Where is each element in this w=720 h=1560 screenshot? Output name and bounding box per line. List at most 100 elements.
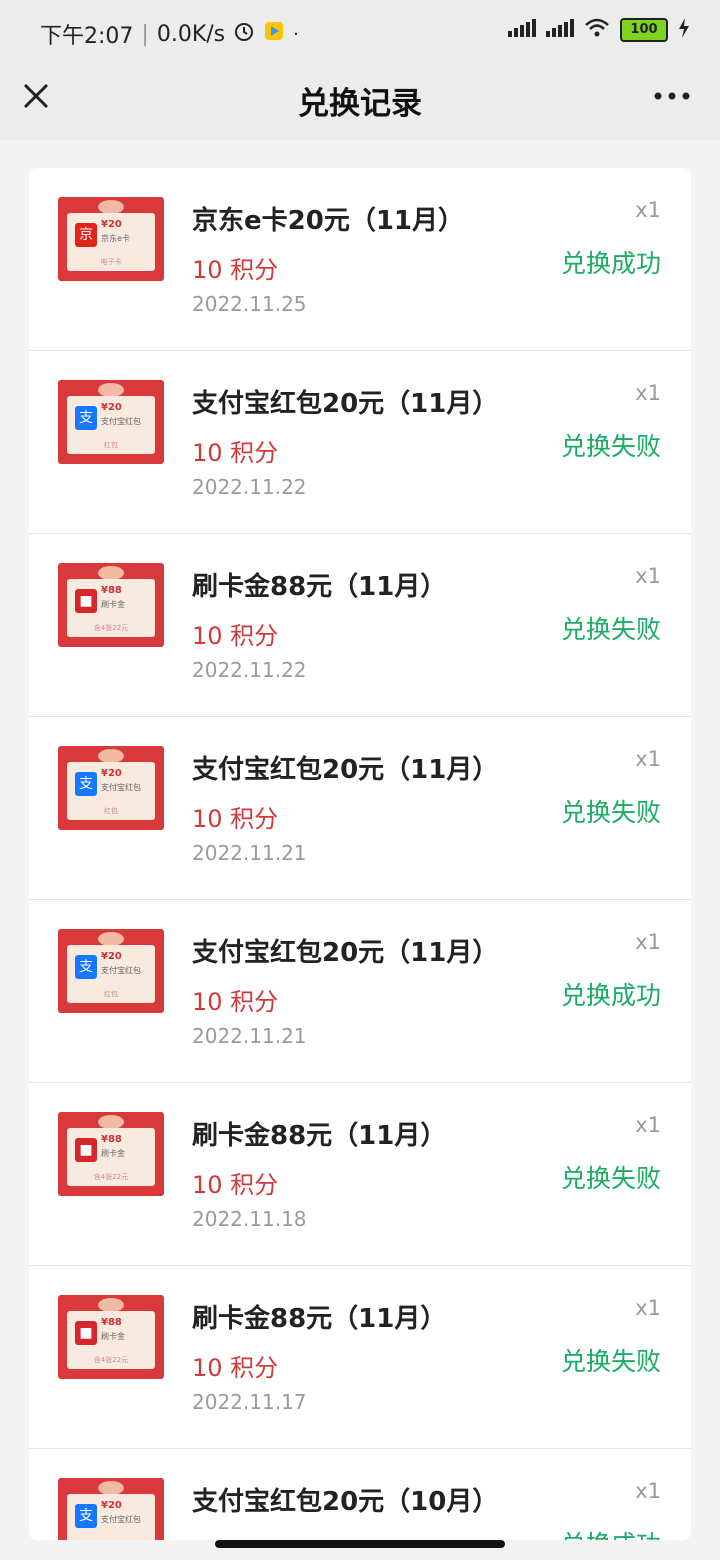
alipay-logo-icon: 支: [75, 1504, 97, 1528]
record-title: 刷卡金88元（11月）: [192, 1121, 447, 1151]
more-icon[interactable]: [652, 78, 692, 114]
thumbnail-amount: ¥20: [101, 402, 122, 413]
record-points: 10 积分: [192, 988, 279, 1016]
app-icon: [263, 20, 285, 48]
record-title: 支付宝红包20元（11月）: [192, 938, 499, 968]
record-date: 2022.11.22: [192, 658, 307, 682]
product-thumbnail: 支 ¥20 支付宝红包 红包: [58, 746, 164, 830]
product-thumbnail: 京 ¥20 京东e卡 电子卡: [58, 197, 164, 281]
record-row[interactable]: ■ ¥88 刷卡金 含4张22元 刷卡金88元（11月） 10 积分 2022.…: [29, 1083, 691, 1266]
card-logo-icon: ■: [75, 589, 97, 613]
thumbnail-footer: 电子卡: [100, 258, 122, 266]
record-points: 10 积分: [192, 622, 279, 650]
record-points: 10 积分: [192, 1171, 279, 1199]
record-quantity: x1: [635, 381, 661, 405]
record-status: 兑换失败: [560, 615, 661, 644]
thumbnail-name: 支付宝红包: [101, 783, 141, 792]
thumbnail-name: 刷卡金: [101, 600, 125, 609]
record-row[interactable]: ■ ¥88 刷卡金 含4张22元 刷卡金88元（11月） 10 积分 2022.…: [29, 1266, 691, 1449]
record-points: 10 积分: [192, 256, 279, 284]
record-title: 支付宝红包20元（10月）: [192, 1487, 499, 1517]
record-points: 10 积分: [192, 439, 279, 467]
alipay-logo-icon: 支: [75, 772, 97, 796]
status-time: 下午2:07: [40, 24, 134, 49]
ribbon-bow-icon: [98, 932, 124, 946]
product-thumbnail: 支 ¥20 支付宝红包 红包: [58, 380, 164, 464]
record-status: 兑换失败: [560, 432, 661, 461]
home-indicator[interactable]: [215, 1540, 505, 1548]
record-date: 2022.11.17: [192, 1390, 307, 1414]
thumbnail-amount: ¥88: [101, 1134, 122, 1145]
status-right: 100: [508, 18, 690, 42]
record-row[interactable]: 京 ¥20 京东e卡 电子卡 京东e卡20元（11月） 10 积分 2022.1…: [29, 168, 691, 351]
alarm-icon: [233, 20, 255, 48]
record-row[interactable]: ■ ¥88 刷卡金 含4张22元 刷卡金88元（11月） 10 积分 2022.…: [29, 534, 691, 717]
thumbnail-footer: 红包: [104, 807, 118, 815]
record-quantity: x1: [635, 198, 661, 222]
ribbon-bow-icon: [98, 566, 124, 580]
card-logo-icon: ■: [75, 1138, 97, 1162]
record-date: 2022.11.22: [192, 475, 307, 499]
record-row[interactable]: 支 ¥20 支付宝红包 支付宝红包20元（10月） x1 兑换成功: [29, 1449, 691, 1540]
record-row[interactable]: 支 ¥20 支付宝红包 红包 支付宝红包20元（11月） 10 积分 2022.…: [29, 351, 691, 534]
record-title: 刷卡金88元（11月）: [192, 572, 447, 602]
product-thumbnail: 支 ¥20 支付宝红包 红包: [58, 929, 164, 1013]
record-quantity: x1: [635, 1296, 661, 1320]
thumbnail-name: 刷卡金: [101, 1332, 125, 1341]
thumbnail-name: 支付宝红包: [101, 1515, 141, 1524]
ribbon-bow-icon: [98, 1298, 124, 1312]
wifi-icon: [584, 18, 610, 42]
thumbnail-name: 刷卡金: [101, 1149, 125, 1158]
ribbon-bow-icon: [98, 200, 124, 214]
record-status: 兑换失败: [560, 798, 661, 827]
signal-icon: [508, 19, 536, 41]
thumbnail-footer: 红包: [104, 441, 118, 449]
thumbnail-footer: 红包: [104, 990, 118, 998]
record-date: 2022.11.21: [192, 841, 307, 865]
record-status: 兑换成功: [561, 1525, 661, 1540]
battery-level: 100: [630, 22, 658, 37]
record-quantity: x1: [635, 1113, 661, 1137]
page-title: 兑换记录: [298, 86, 422, 122]
ribbon-bow-icon: [98, 1481, 124, 1495]
record-row[interactable]: 支 ¥20 支付宝红包 红包 支付宝红包20元（11月） 10 积分 2022.…: [29, 717, 691, 900]
jd-logo-icon: 京: [75, 223, 97, 247]
record-title: 刷卡金88元（11月）: [192, 1304, 447, 1334]
record-status: 兑换成功: [560, 981, 661, 1010]
charging-icon: [678, 18, 690, 42]
thumbnail-footer: 含4张22元: [93, 1173, 129, 1181]
record-date: 2022.11.18: [192, 1207, 307, 1231]
record-status: 兑换成功: [560, 249, 661, 278]
record-date: 2022.11.21: [192, 1024, 307, 1048]
alipay-logo-icon: 支: [75, 406, 97, 430]
thumbnail-amount: ¥20: [101, 219, 122, 230]
record-status: 兑换失败: [560, 1347, 661, 1376]
status-left: 下午2:07 | 0.0K/s ·: [40, 18, 299, 50]
ribbon-bow-icon: [98, 749, 124, 763]
ribbon-bow-icon: [98, 1115, 124, 1129]
battery-icon: 100: [620, 18, 668, 42]
thumbnail-footer: 含4张22元: [93, 624, 129, 632]
signal-icon-2: [546, 19, 574, 41]
record-quantity: x1: [635, 564, 661, 588]
record-title: 支付宝红包20元（11月）: [192, 755, 499, 785]
product-thumbnail: ■ ¥88 刷卡金 含4张22元: [58, 563, 164, 647]
record-quantity: x1: [635, 930, 661, 954]
record-list: 京 ¥20 京东e卡 电子卡 京东e卡20元（11月） 10 积分 2022.1…: [29, 168, 691, 1540]
record-quantity: x1: [635, 1479, 661, 1503]
record-date: 2022.11.25: [192, 292, 307, 316]
thumbnail-name: 支付宝红包: [101, 966, 141, 975]
record-title: 京东e卡20元（11月）: [192, 206, 464, 236]
status-bar: 下午2:07 | 0.0K/s · 100: [0, 0, 720, 64]
record-title: 支付宝红包20元（11月）: [192, 389, 499, 419]
thumbnail-name: 京东e卡: [101, 234, 130, 243]
alipay-logo-icon: 支: [75, 955, 97, 979]
record-quantity: x1: [635, 747, 661, 771]
record-points: 10 积分: [192, 805, 279, 833]
thumbnail-amount: ¥20: [101, 768, 122, 779]
product-thumbnail: 支 ¥20 支付宝红包: [58, 1478, 164, 1540]
thumbnail-amount: ¥88: [101, 585, 122, 596]
thumbnail-amount: ¥20: [101, 1500, 122, 1511]
card-logo-icon: ■: [75, 1321, 97, 1345]
record-row[interactable]: 支 ¥20 支付宝红包 红包 支付宝红包20元（11月） 10 积分 2022.…: [29, 900, 691, 1083]
